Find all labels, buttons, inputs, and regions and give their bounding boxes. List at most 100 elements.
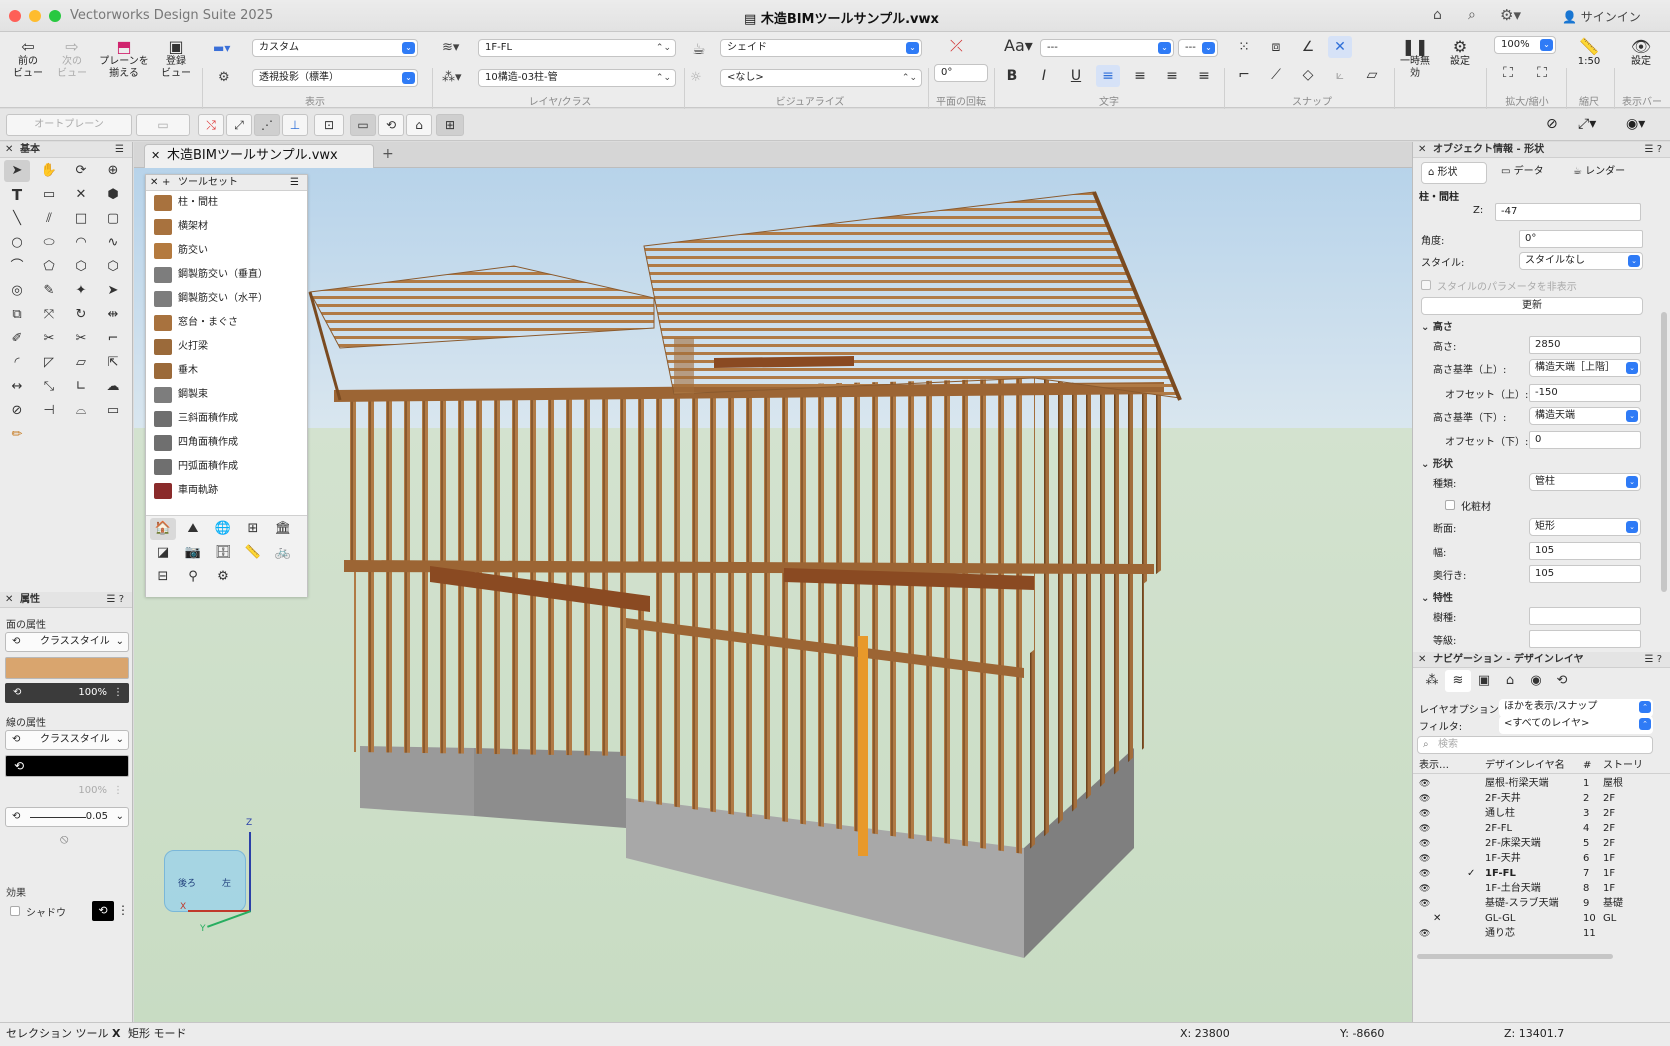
rounded-rect-tool-icon[interactable]: ▢ xyxy=(100,208,126,230)
rectangle-mode-icon[interactable]: ▭ xyxy=(350,114,376,136)
register-view-button[interactable]: ▣ 登録 ビュー xyxy=(158,38,194,80)
mode-group-icon[interactable]: ⊡ xyxy=(314,114,344,136)
new-tab-icon[interactable]: + xyxy=(382,146,394,162)
light-select[interactable]: <なし> ⌃⌄ xyxy=(720,69,922,87)
toolset-item[interactable]: 円弧面積作成 xyxy=(146,455,308,479)
furniture-category-icon[interactable]: 🗄 xyxy=(210,542,236,564)
menu-icon[interactable]: ☰ xyxy=(115,142,124,158)
hidden-icon[interactable]: ✕ xyxy=(1433,911,1441,927)
toolset-item[interactable]: 車両軌跡 xyxy=(146,479,308,503)
mode-axis-icon[interactable]: ⊥ xyxy=(282,114,308,136)
pipe-category-icon[interactable]: ⚲ xyxy=(180,566,206,588)
attribute-mapping-tool-icon[interactable]: ⇱ xyxy=(100,352,126,374)
locus-tool-icon[interactable]: ✕ xyxy=(68,184,94,206)
circle-tool-icon[interactable]: ○ xyxy=(4,232,30,254)
mode-vertex-icon[interactable]: ⋰ xyxy=(254,114,280,136)
shadow-settings-button[interactable]: ⟲ xyxy=(92,901,114,921)
fillet-tool-icon[interactable]: ◜ xyxy=(4,352,30,374)
menu-icon[interactable]: ☰ ? xyxy=(1645,142,1662,158)
vehicle-category-icon[interactable]: 🚲 xyxy=(270,542,296,564)
plane-rotation-icon[interactable]: ⤫ xyxy=(950,36,963,56)
shape-section-header[interactable]: ⌄ 形状 xyxy=(1421,455,1453,470)
globe-category-icon[interactable]: 🌐 xyxy=(210,518,236,540)
layer-select[interactable]: 1F-FL ⌃⌄ xyxy=(478,39,676,57)
layer-table-scrollbar[interactable] xyxy=(1417,954,1613,959)
oval-tool-icon[interactable]: ⬭ xyxy=(36,232,62,254)
species-field[interactable] xyxy=(1529,607,1641,625)
col-num-header[interactable]: # xyxy=(1583,758,1591,774)
arc-tool-icon[interactable]: ◠ xyxy=(68,232,94,254)
close-window-button[interactable] xyxy=(9,10,21,22)
class-select[interactable]: 10構造-03柱-管 ⌃⌄ xyxy=(478,69,676,87)
snap-surface-icon[interactable]: ◇ xyxy=(1296,64,1320,86)
pause-button[interactable]: ❚❚ 一時無効 xyxy=(1396,38,1434,80)
layer-search-input[interactable]: ⌕ 検索 xyxy=(1417,736,1653,754)
filter-select[interactable]: <すべてのレイヤ> ⌃ xyxy=(1499,716,1653,734)
snap-object-icon[interactable]: ⧈ xyxy=(1264,36,1288,58)
constrained-dim-tool-icon[interactable]: ⤡ xyxy=(36,376,62,398)
tag-tool-icon[interactable]: ✏ xyxy=(4,424,30,446)
angular-dim-tool-icon[interactable]: ∟ xyxy=(68,376,94,398)
height-top-select[interactable]: 構造天端［上階］ ⌄ xyxy=(1529,359,1641,377)
layer-row[interactable]: 👁 通し柱 3 2F xyxy=(1413,806,1670,822)
col-story-header[interactable]: ストーリ xyxy=(1603,758,1643,774)
line-style-select[interactable]: ⟲ クラススタイル ⌄ xyxy=(5,730,129,750)
3d-viewport[interactable]: 後ろ 左 Z X Y xyxy=(134,168,1412,1022)
nav-views-tab-icon[interactable]: ⌂ xyxy=(1497,670,1523,692)
close-icon[interactable]: ✕ xyxy=(1418,652,1426,668)
polygon-tool-icon[interactable]: ⬠ xyxy=(36,256,62,278)
symbol-tool-icon[interactable]: ⬢ xyxy=(100,184,126,206)
pan-tool-icon[interactable]: ✋ xyxy=(36,160,62,182)
detail-category-icon[interactable]: ◪ xyxy=(150,542,176,564)
text-tool-icon[interactable]: T xyxy=(4,184,30,206)
offset-tool-icon[interactable]: ⧉ xyxy=(4,304,30,326)
rectangle-tool-icon[interactable]: □ xyxy=(68,208,94,230)
toolset-item[interactable]: 鋼製束 xyxy=(146,383,308,407)
fit-to-window-icon[interactable]: ⛶ xyxy=(1496,62,1520,84)
document-tab[interactable]: ✕ 木造BIMツールサンプル.vwx xyxy=(144,144,374,168)
split-tool-icon[interactable]: ✂ xyxy=(68,328,94,350)
snap-smart-icon[interactable]: ⟀ xyxy=(1328,64,1352,86)
machine-category-icon[interactable]: ⚙ xyxy=(210,566,236,588)
nav-visibility-tab-icon[interactable]: ◉ xyxy=(1523,670,1549,692)
render-options-icon[interactable]: ◉▾ xyxy=(1626,116,1645,132)
menu-icon[interactable]: ☰ ? xyxy=(1645,652,1662,668)
nav-sheets-tab-icon[interactable]: ▣ xyxy=(1471,670,1497,692)
spiral-tool-icon[interactable]: ◎ xyxy=(4,280,30,302)
magic-wand-tool-icon[interactable]: ✦ xyxy=(68,280,94,302)
grade-field[interactable] xyxy=(1529,630,1641,648)
eyedropper-tool-icon[interactable]: ✎ xyxy=(36,280,62,302)
height-section-header[interactable]: ⌄ 高さ xyxy=(1421,318,1453,333)
mode-normal-icon[interactable]: ⤭ xyxy=(198,114,224,136)
angle-field[interactable]: 0° xyxy=(1519,230,1643,248)
prev-view-button[interactable]: ⇦ 前の ビュー xyxy=(8,38,48,80)
working-plane-button[interactable]: ▭ xyxy=(136,114,190,136)
toolset-item[interactable]: 鋼製筋交い（垂直） xyxy=(146,263,308,287)
snap-settings-button[interactable]: ⚙ 設定 xyxy=(1440,38,1480,68)
layer-row[interactable]: 👁 2F-床梁天端 5 2F xyxy=(1413,836,1670,852)
snap-intersection-icon[interactable]: ✕ xyxy=(1328,36,1352,58)
eye-icon[interactable]: 👁 xyxy=(1419,836,1430,852)
fill-style-select[interactable]: ⟲ クラススタイル ⌄ xyxy=(5,632,129,652)
fill-color-swatch[interactable] xyxy=(5,657,129,679)
font-icon[interactable]: Aa▾ xyxy=(1004,36,1033,55)
layer-row[interactable]: 👁 屋根-桁梁天端 1 屋根 xyxy=(1413,776,1670,792)
eye-icon[interactable]: 👁 xyxy=(1419,791,1430,807)
layer-row[interactable]: 👁 2F-FL 4 2F xyxy=(1413,821,1670,837)
chamfer-tool-icon[interactable]: ◸ xyxy=(36,352,62,374)
toolset-item[interactable]: 横架材 xyxy=(146,215,308,239)
zoom-window-button[interactable] xyxy=(49,10,61,22)
eye-icon[interactable]: 👁 xyxy=(1419,851,1430,867)
site-category-icon[interactable]: ⛰ xyxy=(180,518,206,540)
dimension-tool-icon[interactable]: ↔ xyxy=(4,376,30,398)
layer-row[interactable]: 👁 2F-天井 2 2F xyxy=(1413,791,1670,807)
display-settings-button[interactable]: 👁 設定 xyxy=(1618,38,1664,68)
mirror-tool-icon[interactable]: ⇹ xyxy=(100,304,126,326)
next-view-button[interactable]: ⇨ 次の ビュー xyxy=(52,38,92,80)
minimize-window-button[interactable] xyxy=(29,10,41,22)
line-weight-select[interactable]: ⟲ 0.05 ⌄ xyxy=(5,807,129,827)
clip-tool-icon[interactable]: ▱ xyxy=(68,352,94,374)
z-field[interactable]: -47 xyxy=(1495,203,1641,221)
bold-icon[interactable]: B xyxy=(1000,65,1024,87)
scale-button[interactable]: 📏 1:50 xyxy=(1570,38,1608,68)
